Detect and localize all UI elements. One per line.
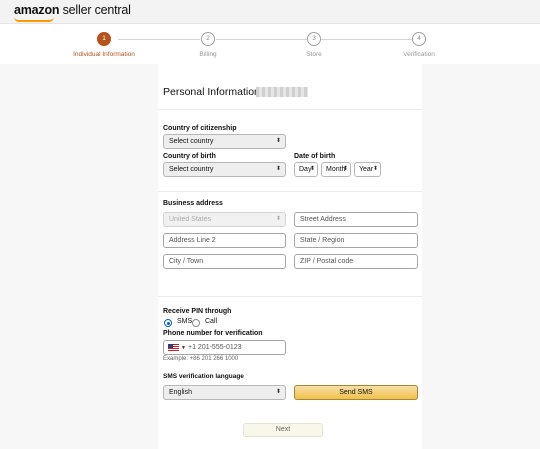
us-flag-icon[interactable] [168,344,179,351]
citizenship-value: Select country [169,138,214,145]
state-region-field[interactable]: State / Region [294,233,418,248]
dob-label: Date of birth [294,153,336,160]
call-radio-label[interactable]: Call [205,318,217,325]
street-address-field[interactable]: Street Address [294,212,418,227]
divider [158,191,422,192]
phone-example: Example: +86 201 266 1000 [163,356,239,362]
step-label: Store [306,51,322,58]
select-arrows-icon: ⬍ [275,389,281,395]
receive-pin-label: Receive PIN through [163,308,232,315]
sms-language-value: English [169,389,192,396]
dob-month-select[interactable]: Month ⬍ [321,162,351,177]
dob-year-value: Year [359,166,374,173]
phone-input[interactable]: ▼ +1 201-555-0123 [163,340,286,355]
address-line2-field[interactable]: Address Line 2 [163,233,286,248]
step-billing: 2 Billing [158,32,258,58]
logo-brand: amazon [14,3,60,17]
select-arrows-icon: ⬍ [342,166,348,172]
step-verification: 4 Verification [369,32,469,58]
send-sms-button[interactable]: Send SMS [294,385,418,400]
select-arrows-icon: ⬍ [275,138,281,144]
birth-country-value: Select country [169,166,214,173]
step-number: 1 [97,32,111,46]
amazon-smile-icon [14,17,54,22]
zip-postal-field[interactable]: ZIP / Postal code [294,254,418,269]
dob-year-select[interactable]: Year ⬍ [354,162,381,177]
progress-stepper: 1 Individual Information 2 Billing 3 Sto… [0,30,540,60]
select-arrows-icon: ⬍ [275,166,281,172]
sms-radio-label[interactable]: SMS [177,318,192,325]
step-number: 2 [201,32,215,46]
birth-country-select[interactable]: Select country ⬍ [163,162,286,177]
chevron-down-icon[interactable]: ▼ [181,342,186,354]
citizenship-select[interactable]: Select country ⬍ [163,134,286,149]
step-label: Verification [403,51,435,58]
phone-value: +1 201-555-0123 [188,344,242,351]
step-store: 3 Store [264,32,364,58]
address-country-select: United States ⬍ [163,212,286,227]
address-country-value: United States [169,216,212,223]
select-arrows-icon: ⬍ [275,216,281,222]
sms-language-select[interactable]: English ⬍ [163,385,286,400]
city-town-field[interactable]: City / Town [163,254,286,269]
business-address-label: Business address [163,200,223,207]
logo-app-name: seller central [62,3,131,17]
sms-radio[interactable] [164,319,172,327]
citizenship-label: Country of citizenship [163,125,237,132]
birth-country-label: Country of birth [163,153,216,160]
amazon-seller-central-logo[interactable]: amazon seller central [14,3,131,17]
divider [158,109,422,110]
step-number: 4 [412,32,426,46]
top-bar: amazon seller central [0,0,540,24]
next-button[interactable]: Next [243,423,323,437]
step-label: Individual Information [73,51,135,58]
divider [158,296,422,297]
step-label: Billing [199,51,217,58]
select-arrows-icon: ⬍ [309,166,315,172]
select-arrows-icon: ⬍ [372,166,378,172]
call-radio[interactable] [192,319,200,327]
sms-language-label: SMS verification language [163,373,244,380]
phone-label: Phone number for verification [163,330,263,337]
dob-day-select[interactable]: Day ⬍ [294,162,318,177]
step-number: 3 [307,32,321,46]
redacted-name [256,87,308,97]
step-individual-information: 1 Individual Information [54,32,154,58]
